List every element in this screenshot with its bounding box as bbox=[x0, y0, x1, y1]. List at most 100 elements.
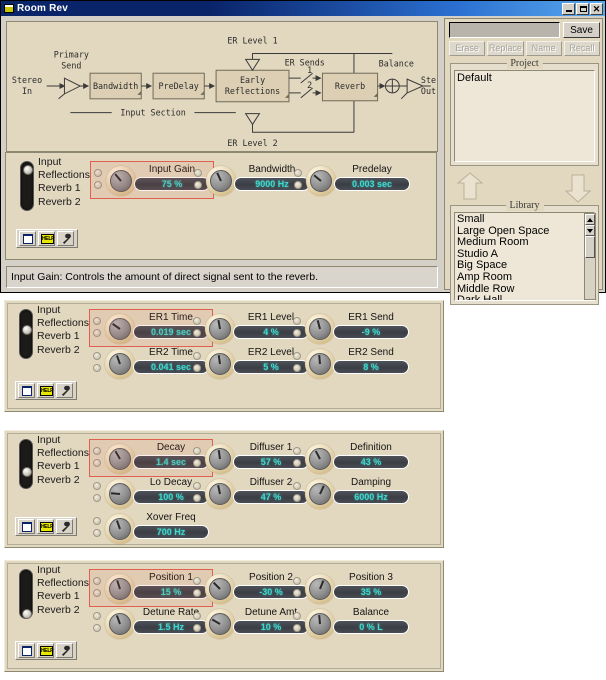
library-scrollbar[interactable] bbox=[584, 213, 596, 300]
knob-body[interactable] bbox=[109, 483, 131, 505]
selector-thumb[interactable] bbox=[23, 165, 33, 175]
knob-body[interactable] bbox=[309, 578, 331, 600]
detune-rate-indicator-leds[interactable] bbox=[93, 612, 103, 636]
selector-label-reverb-2[interactable]: Reverb 2 bbox=[37, 344, 89, 357]
predelay-indicator-leds[interactable] bbox=[294, 169, 304, 193]
replace-button[interactable]: Replace bbox=[487, 41, 524, 56]
knob-body[interactable] bbox=[209, 448, 231, 470]
predelay-readout[interactable]: 0.003 sec bbox=[334, 177, 410, 191]
bandwidth-knob[interactable] bbox=[206, 166, 236, 196]
decay-knob[interactable] bbox=[105, 444, 135, 474]
name-button[interactable]: Name bbox=[525, 41, 562, 56]
selector-label-input[interactable]: Input bbox=[37, 564, 89, 577]
led-lower[interactable] bbox=[93, 494, 101, 502]
damping-indicator-leds[interactable] bbox=[293, 482, 303, 506]
lo-decay-knob[interactable] bbox=[105, 479, 135, 509]
library-list[interactable]: Small Large Open Space Medium Room Studi… bbox=[454, 212, 595, 301]
predelay-knob[interactable] bbox=[306, 166, 336, 196]
selector-thumb[interactable] bbox=[22, 609, 32, 619]
led-lower[interactable] bbox=[293, 589, 301, 597]
xover-freq-indicator-leds[interactable] bbox=[93, 517, 103, 541]
xover-freq-readout[interactable]: 700 Hz bbox=[133, 525, 209, 539]
window-icon[interactable] bbox=[18, 643, 35, 658]
led-upper[interactable] bbox=[93, 352, 101, 360]
damping-readout[interactable]: 6000 Hz bbox=[333, 490, 409, 504]
wrench-icon[interactable] bbox=[56, 519, 73, 534]
led-upper[interactable] bbox=[93, 612, 101, 620]
balance-readout[interactable]: 0 % L bbox=[333, 620, 409, 634]
led-upper[interactable] bbox=[93, 517, 101, 525]
list-item[interactable]: Small bbox=[457, 213, 594, 226]
led-lower[interactable] bbox=[93, 364, 101, 372]
selector-label-reflections[interactable]: Reflections bbox=[37, 577, 89, 590]
er2-send-readout[interactable]: 8 % bbox=[333, 360, 409, 374]
section-selector[interactable] bbox=[20, 161, 34, 211]
xover-freq-knob[interactable] bbox=[105, 514, 135, 544]
minimize-button[interactable] bbox=[562, 2, 575, 15]
selector-label-reflections[interactable]: Reflections bbox=[38, 169, 90, 182]
led-upper[interactable] bbox=[193, 352, 201, 360]
definition-knob[interactable] bbox=[305, 444, 335, 474]
led-lower[interactable] bbox=[193, 589, 201, 597]
led-lower[interactable] bbox=[93, 329, 101, 337]
selector-label-reverb-2[interactable]: Reverb 2 bbox=[38, 196, 90, 209]
position-3-readout[interactable]: 35 % bbox=[333, 585, 409, 599]
er1-level-knob[interactable] bbox=[205, 314, 235, 344]
er1-send-knob[interactable] bbox=[305, 314, 335, 344]
led-upper[interactable] bbox=[293, 612, 301, 620]
wrench-icon[interactable] bbox=[56, 643, 73, 658]
diffuser-1-knob[interactable] bbox=[205, 444, 235, 474]
led-upper[interactable] bbox=[294, 169, 302, 177]
led-lower[interactable] bbox=[93, 529, 101, 537]
led-upper[interactable] bbox=[193, 577, 201, 585]
diffuser-1-indicator-leds[interactable] bbox=[193, 447, 203, 471]
selector-label-reverb-1[interactable]: Reverb 1 bbox=[37, 330, 89, 343]
led-upper[interactable] bbox=[193, 317, 201, 325]
er2-send-indicator-leds[interactable] bbox=[293, 352, 303, 376]
led-lower[interactable] bbox=[294, 181, 302, 189]
help-icon[interactable]: HELP bbox=[37, 383, 54, 398]
selector-label-reverb-1[interactable]: Reverb 1 bbox=[37, 590, 89, 603]
knob-body[interactable] bbox=[309, 318, 331, 340]
balance-knob[interactable] bbox=[305, 609, 335, 639]
input-gain-indicator-leds[interactable] bbox=[94, 169, 104, 193]
position-2-knob[interactable] bbox=[205, 574, 235, 604]
selector-track[interactable] bbox=[19, 309, 33, 359]
er2-level-knob[interactable] bbox=[205, 349, 235, 379]
led-lower[interactable] bbox=[193, 329, 201, 337]
knob-body[interactable] bbox=[209, 578, 231, 600]
knob-body[interactable] bbox=[309, 448, 331, 470]
selector-label-reverb-2[interactable]: Reverb 2 bbox=[37, 604, 89, 617]
knob-body[interactable] bbox=[109, 613, 131, 635]
damping-knob[interactable] bbox=[305, 479, 335, 509]
detune-amt-knob[interactable] bbox=[205, 609, 235, 639]
knob-body[interactable] bbox=[309, 613, 331, 635]
led-lower[interactable] bbox=[193, 364, 201, 372]
er2-time-knob[interactable] bbox=[105, 349, 135, 379]
selector-track[interactable] bbox=[19, 569, 33, 619]
knob-body[interactable] bbox=[109, 448, 131, 470]
selector-label-reverb-1[interactable]: Reverb 1 bbox=[38, 182, 90, 195]
position-2-indicator-leds[interactable] bbox=[193, 577, 203, 601]
knob-body[interactable] bbox=[209, 613, 231, 635]
position-3-indicator-leds[interactable] bbox=[293, 577, 303, 601]
position-3-knob[interactable] bbox=[305, 574, 335, 604]
led-upper[interactable] bbox=[194, 169, 202, 177]
knob-body[interactable] bbox=[209, 483, 231, 505]
led-lower[interactable] bbox=[194, 181, 202, 189]
led-lower[interactable] bbox=[93, 589, 101, 597]
scrollbar-thumb[interactable] bbox=[585, 236, 595, 258]
led-lower[interactable] bbox=[93, 624, 101, 632]
definition-readout[interactable]: 43 % bbox=[333, 455, 409, 469]
section-selector[interactable] bbox=[19, 309, 33, 359]
led-upper[interactable] bbox=[93, 317, 101, 325]
knob-body[interactable] bbox=[109, 578, 131, 600]
er2-send-knob[interactable] bbox=[305, 349, 335, 379]
selector-thumb[interactable] bbox=[22, 467, 32, 477]
led-lower[interactable] bbox=[94, 181, 102, 189]
position-1-indicator-leds[interactable] bbox=[93, 577, 103, 601]
selector-label-reflections[interactable]: Reflections bbox=[37, 447, 89, 460]
knob-body[interactable] bbox=[110, 170, 132, 192]
diffuser-2-knob[interactable] bbox=[205, 479, 235, 509]
selector-label-reverb-1[interactable]: Reverb 1 bbox=[37, 460, 89, 473]
